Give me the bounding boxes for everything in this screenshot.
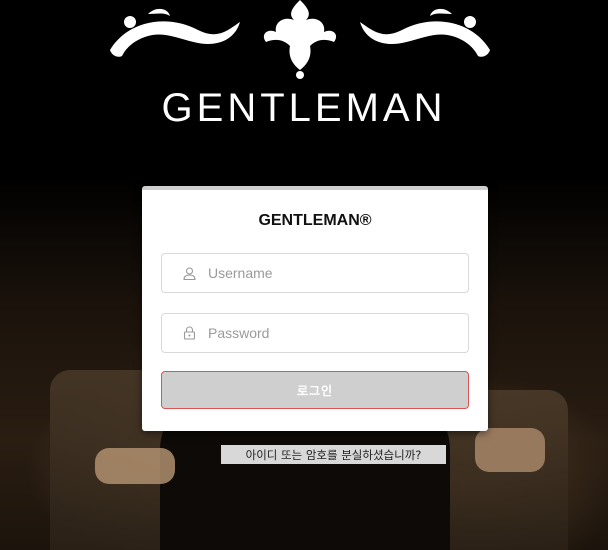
brand-logo: GENTLEMAN bbox=[161, 86, 447, 130]
username-field[interactable] bbox=[161, 253, 469, 293]
login-panel: GENTLEMAN® 로그인 bbox=[142, 186, 488, 431]
login-title: GENTLEMAN® bbox=[258, 212, 372, 229]
lock-icon bbox=[182, 326, 196, 340]
ornament-icon bbox=[110, 0, 490, 79]
username-input[interactable] bbox=[208, 265, 448, 281]
password-input[interactable] bbox=[208, 325, 448, 341]
hand-left bbox=[95, 448, 175, 484]
hand-right bbox=[475, 428, 545, 472]
forgot-credentials-link[interactable]: 아이디 또는 암호를 분실하셨습니까? bbox=[221, 445, 446, 464]
login-button[interactable]: 로그인 bbox=[161, 371, 469, 409]
password-field[interactable] bbox=[161, 313, 469, 353]
user-icon bbox=[182, 266, 196, 280]
